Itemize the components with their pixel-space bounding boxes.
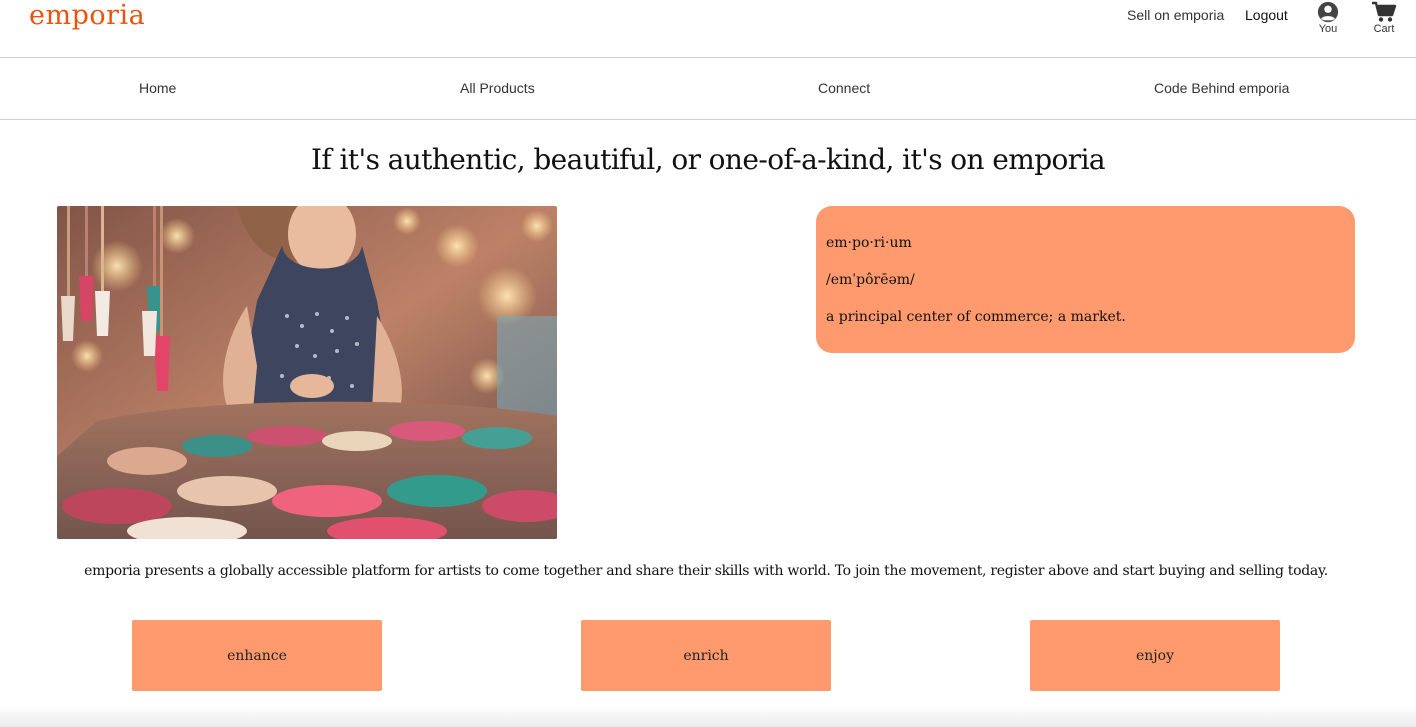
page-headline: If it's authentic, beautiful, or one-of-… (310, 143, 1106, 176)
nav-home[interactable]: Home (139, 80, 176, 96)
main-nav: Home All Products Connect Code Behind em… (0, 59, 1416, 120)
nav-connect[interactable]: Connect (818, 80, 870, 96)
top-bar: emporia Sell on emporia Logout You Cart (0, 0, 1416, 58)
hero-image (57, 206, 557, 539)
cart-label: Cart (1373, 23, 1395, 35)
profile-button[interactable]: You (1308, 1, 1348, 35)
definition-card: em·po·ri·um /emˈpôrēəm/ a principal cent… (816, 206, 1355, 353)
tagline: emporia presents a globally accessible p… (84, 563, 1328, 579)
cart-button[interactable]: Cart (1364, 1, 1404, 35)
definition-meaning: a principal center of commerce; a market… (826, 309, 1126, 325)
shopping-cart-icon (1372, 1, 1397, 22)
logo[interactable]: emporia (29, 0, 145, 31)
nav-code-behind[interactable]: Code Behind emporia (1154, 80, 1289, 96)
user-circle-icon (1317, 1, 1339, 23)
page-bottom-shadow (0, 705, 1416, 727)
nav-all-products[interactable]: All Products (460, 80, 535, 96)
enjoy-button[interactable]: enjoy (1030, 620, 1280, 691)
profile-label: You (1318, 23, 1338, 35)
definition-pronunciation: /emˈpôrēəm/ (826, 272, 915, 288)
logout-link[interactable]: Logout (1245, 7, 1288, 23)
enrich-button[interactable]: enrich (581, 620, 831, 691)
sell-link[interactable]: Sell on emporia (1127, 7, 1224, 23)
enhance-button[interactable]: enhance (132, 620, 382, 691)
definition-word: em·po·ri·um (826, 235, 912, 251)
